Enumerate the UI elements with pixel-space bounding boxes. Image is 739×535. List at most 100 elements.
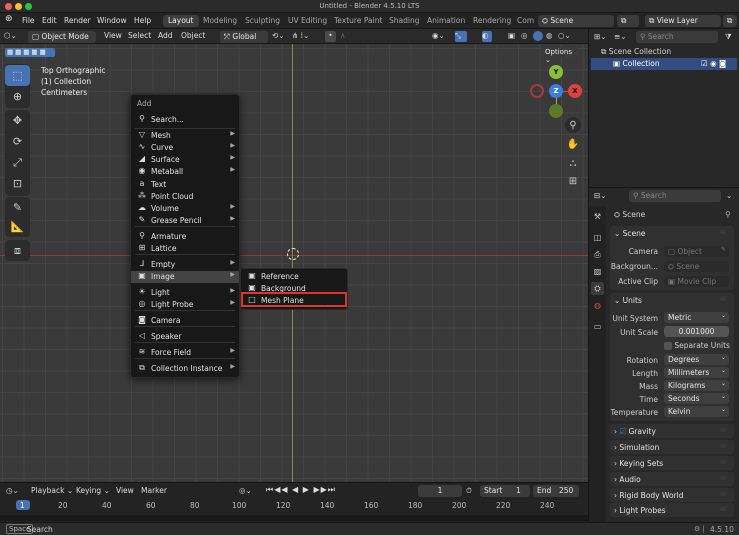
overlay-toggle-icon[interactable]: ◐ [482,31,492,42]
gizmo-x-axis[interactable]: X [568,84,582,98]
add-menu-item-camera[interactable]: ◙ Camera [131,315,239,327]
tab-sculpting[interactable]: Sculpting [240,15,285,27]
collection-tab-icon[interactable]: ▭ [591,320,604,333]
filter-icon[interactable]: ⧩ [725,32,732,43]
scene-tab-icon[interactable]: ⛭ [591,282,604,295]
stopwatch-icon[interactable]: ⏱ [466,486,472,497]
add-menu-item-light[interactable]: ☀ Light ▶ [131,287,239,299]
tab-shading[interactable]: Shading [384,15,424,27]
menu-keying[interactable]: Keying ⌄ [76,486,110,497]
timeline-scrollbar[interactable] [0,515,588,521]
panel-header[interactable]: › Rigid Body World [614,491,684,500]
collection-toggles[interactable]: ☑ ◉ ◙ [701,59,726,68]
scale-icon[interactable]: ⤢ [5,152,30,173]
xray-toggle-icon[interactable]: ▣ [508,31,515,42]
menu-timeline-view[interactable]: View [116,486,134,497]
add-menu-item-force-field[interactable]: ≋ Force Field ▶ [131,347,239,359]
gizmo-neg-y-axis[interactable] [549,104,563,118]
eyedropper-icon[interactable]: ✎ [721,246,726,253]
add-menu-item-text[interactable]: a Text [131,179,239,191]
auto-keying-icon[interactable]: ◎⌄ [239,486,252,497]
gizmo-neg-x-axis[interactable] [530,84,544,98]
annotate-icon[interactable]: ✎ [5,197,30,218]
unit-system-select[interactable]: Metric ⌄ [664,312,729,323]
gizmo-toggle-icon[interactable]: ⤡ [455,31,467,42]
select-box-icon[interactable]: ⬚ [5,65,30,86]
view-layer-selector[interactable]: ⧉ View Layer [645,15,721,27]
add-menu-item-speaker[interactable]: ◁ Speaker [131,331,239,343]
select-mode-buttons[interactable]: ▦▦▦▦▦ [5,48,55,57]
zoom-icon[interactable]: ⚲ [565,117,581,133]
panel-header[interactable]: › Simulation [614,443,659,452]
shading-rendered-icon[interactable]: ○⌄ [558,31,571,42]
drag-grip-icon[interactable]: ⁞⁞⁞ [720,475,726,482]
add-menu-item-curve[interactable]: ∿ Curve ▶ [131,142,239,154]
world-tab-icon[interactable]: ◍ [591,299,604,312]
timeline-editor-icon[interactable]: ◷⌄ [6,486,19,497]
drag-grip-icon[interactable]: ⁞⁞⁞ [720,459,726,466]
properties-editor-icon[interactable]: ⊟⌄ [594,191,607,202]
menu-marker[interactable]: Marker [141,486,167,497]
unit-scale-field[interactable]: 0.001000 [664,326,729,337]
background-scene-field[interactable]: ⛭ Scene [664,261,729,272]
tab-layout[interactable]: Layout [163,15,199,27]
mass-select[interactable]: Kilograms ⌄ [664,380,729,391]
scene-panel-header[interactable]: ⌄ Scene [614,229,646,238]
drag-grip-icon[interactable]: ⁞⁞⁞ [720,427,726,434]
panel-header[interactable]: › Audio [614,475,641,484]
current-frame-field[interactable]: 1 [418,485,462,497]
pin-icon[interactable]: ⚲ [725,210,731,219]
tab-uv-editing[interactable]: UV Editing [283,15,332,27]
menu-object[interactable]: Object [181,31,205,42]
scene-selector[interactable]: ⛭ Scene [538,15,614,27]
start-frame-field[interactable]: Start 1 [480,485,530,497]
menu-view[interactable]: View [104,31,122,42]
properties-options-icon[interactable]: ⌄ [726,191,732,202]
camera-view-icon[interactable]: ⛬ [565,155,581,171]
rotation-select[interactable]: Degrees ⌄ [664,354,729,365]
gravity-checkbox[interactable]: ☑ [619,427,628,436]
units-panel-header[interactable]: ⌄ Units [614,296,642,305]
panel-header[interactable]: › Keying Sets [614,459,663,468]
separate-units-checkbox[interactable]: Separate Units [664,341,730,350]
transform-icon[interactable]: ⊡ [5,173,30,194]
add-menu-item-empty[interactable]: ⅃ Empty ▶ [131,259,239,271]
view-layer-tab-icon[interactable]: ▨ [591,265,604,278]
length-select[interactable]: Millimeters ⌄ [664,367,729,378]
drag-grip-icon[interactable]: ⁞⁞⁞ [720,443,726,450]
new-scene-button[interactable]: ⧉ [617,15,639,27]
tool-tab-icon[interactable]: ⚒ [591,210,604,223]
menu-file[interactable]: File [22,16,35,25]
snap-icon[interactable]: ⋔ ⁞⌄ [292,31,309,42]
menu-playback[interactable]: Playback ⌄ [31,486,73,497]
drag-grip-icon[interactable]: ⁞⁞⁞ [720,506,726,513]
perspective-toggle-icon[interactable]: ⊞ [565,173,581,189]
blender-logo-icon[interactable]: ⊛ [5,14,13,24]
tab-compositing[interactable]: Com [512,15,539,27]
new-view-layer-button[interactable]: ⧉ [723,15,737,27]
tab-texture-paint[interactable]: Texture Paint [329,15,387,27]
menu-window[interactable]: Window [97,16,127,25]
measure-icon[interactable]: 📐 [5,216,30,237]
properties-search[interactable]: ⚲ Search [629,190,721,202]
render-tab-icon[interactable]: ◫ [591,231,604,244]
visibility-icon[interactable]: ◉⌄ [432,31,445,42]
gizmo-y-axis[interactable]: Y [549,65,563,79]
add-menu-item-grease-pencil[interactable]: ✎ Grease Pencil ▶ [131,215,239,227]
gizmo-z-axis[interactable]: Z [549,84,563,98]
time-select[interactable]: Seconds ⌄ [664,393,729,404]
add-menu-item-collection-instance[interactable]: ⧉ Collection Instance ▶ [131,363,239,375]
rotate-icon[interactable]: ⟳ [5,131,30,152]
camera-field[interactable]: ▢ Object ✎ [664,246,729,257]
menu-render[interactable]: Render [64,16,91,25]
menu-select[interactable]: Select [128,31,151,42]
transform-orientation[interactable]: ⤱ Global [220,31,268,43]
add-menu-item-metaball[interactable]: ◉ Metaball ▶ [131,166,239,178]
outliner-search[interactable]: ⚲ Search [636,31,718,43]
menu-edit[interactable]: Edit [42,16,57,25]
scene-collection-row[interactable]: ⧉ Scene Collection [601,47,671,57]
add-menu-item-image[interactable]: ▣ Image ▶ [131,271,239,283]
shading-material-icon[interactable]: ◍ [546,31,553,42]
add-menu-item-surface[interactable]: ◢ Surface ▶ [131,154,239,166]
add-menu-item-volume[interactable]: ☁ Volume ▶ [131,203,239,215]
